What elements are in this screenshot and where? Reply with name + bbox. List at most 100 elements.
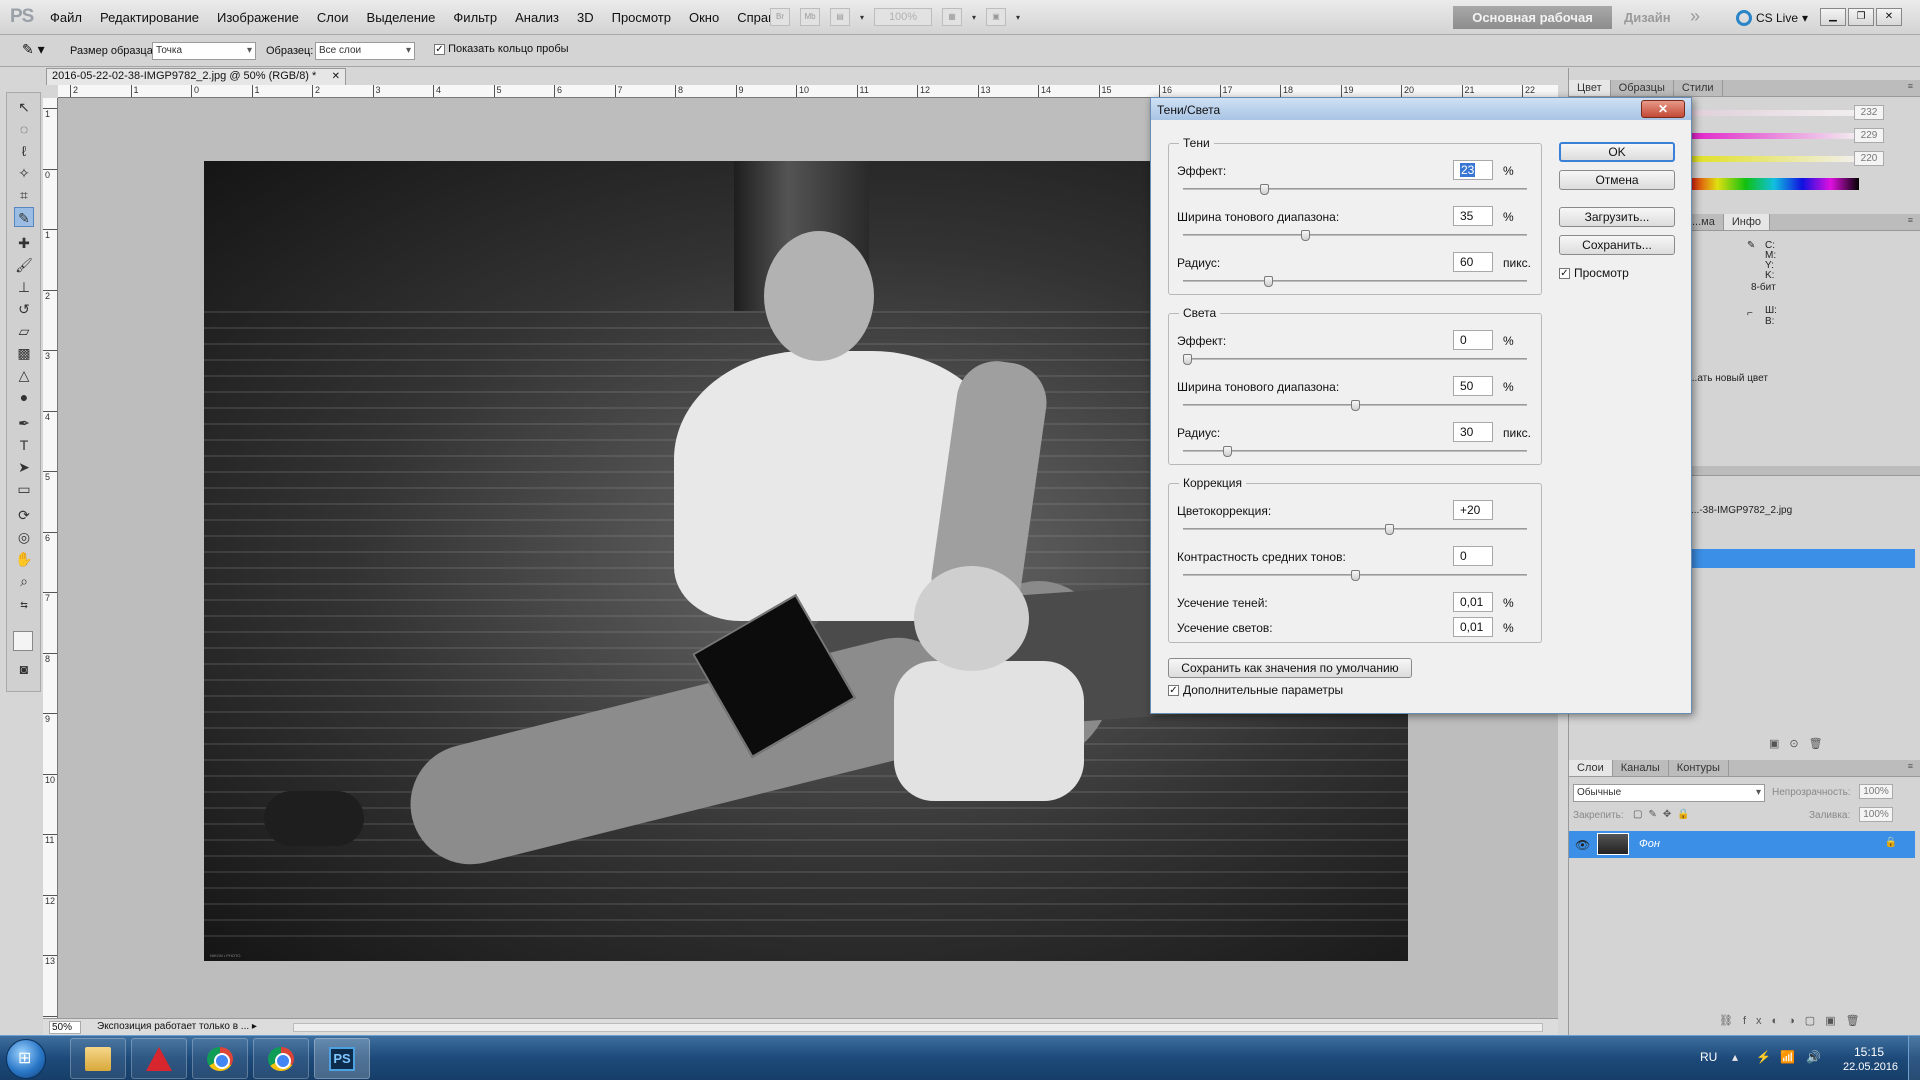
3d-rotate-tool-icon[interactable]: ⟳ bbox=[14, 505, 34, 525]
bridge-button[interactable]: Br bbox=[770, 8, 790, 26]
slider-thumb[interactable] bbox=[1384, 524, 1394, 535]
zoom-field[interactable]: 50% bbox=[49, 1021, 81, 1034]
taskbar-chrome-2[interactable] bbox=[253, 1038, 309, 1079]
ok-button[interactable]: OK bbox=[1559, 142, 1675, 162]
opacity-field[interactable]: 100% bbox=[1859, 784, 1893, 799]
screen-mode-icon[interactable]: ▣ bbox=[986, 8, 1007, 26]
slider-thumb[interactable] bbox=[1351, 570, 1360, 581]
color-value-g[interactable]: 229 bbox=[1854, 128, 1884, 143]
color-slider-g[interactable] bbox=[1689, 133, 1859, 139]
pen-tool-icon[interactable]: ✒ bbox=[14, 413, 34, 433]
color-spectrum[interactable] bbox=[1689, 178, 1859, 190]
menu-image[interactable]: Изображение bbox=[217, 10, 299, 25]
start-button[interactable]: ⊞ bbox=[6, 1039, 46, 1079]
chevron-down-icon[interactable]: ▾ bbox=[1016, 13, 1020, 22]
slider-thumb[interactable] bbox=[1300, 230, 1310, 241]
mini-bridge-button[interactable]: Mb bbox=[800, 8, 820, 26]
lock-icons[interactable]: ▢✎✥🔒 bbox=[1633, 809, 1696, 820]
zoom-tool-icon[interactable]: ⌕ bbox=[14, 571, 34, 591]
volume-icon[interactable]: 🔊 bbox=[1806, 1050, 1821, 1064]
highlights-amount-slider[interactable] bbox=[1183, 354, 1527, 365]
panel-menu-icon[interactable]: ≡ bbox=[1908, 81, 1913, 91]
highlights-amount-input[interactable]: 0 bbox=[1453, 330, 1493, 350]
move-tool-icon[interactable]: ↖ bbox=[14, 97, 34, 117]
fill-field[interactable]: 100% bbox=[1859, 807, 1893, 822]
shadows-amount-slider[interactable] bbox=[1183, 184, 1527, 195]
save-as-defaults-button[interactable]: Сохранить как значения по умолчанию bbox=[1168, 658, 1412, 678]
taskbar-autocad[interactable] bbox=[131, 1038, 187, 1079]
slider-thumb[interactable] bbox=[1223, 446, 1233, 457]
highlights-tonal-input[interactable]: 50 bbox=[1453, 376, 1493, 396]
minimize-button[interactable]: ▁ bbox=[1820, 8, 1846, 26]
tab-info[interactable]: Инфо bbox=[1723, 214, 1771, 230]
foreground-color-swatch[interactable] bbox=[13, 631, 33, 651]
path-select-tool-icon[interactable]: ➤ bbox=[14, 457, 34, 477]
lasso-tool-icon[interactable]: ℓ bbox=[14, 141, 34, 161]
chevron-down-icon[interactable]: ▾ bbox=[860, 13, 864, 22]
tab-layers[interactable]: Слои bbox=[1569, 760, 1613, 776]
menu-select[interactable]: Выделение bbox=[367, 10, 436, 25]
more-options-option[interactable]: ✓ Дополнительные параметры bbox=[1168, 683, 1343, 697]
shadows-radius-slider[interactable] bbox=[1183, 276, 1527, 287]
color-correction-slider[interactable] bbox=[1183, 524, 1527, 535]
workspace-essentials-button[interactable]: Основная рабочая среда bbox=[1453, 6, 1612, 48]
menu-filter[interactable]: Фильтр bbox=[453, 10, 497, 25]
midtone-contrast-input[interactable]: 0 bbox=[1453, 546, 1493, 566]
clock-date[interactable]: 22.05.2016 bbox=[1843, 1061, 1898, 1073]
show-desktop-button[interactable] bbox=[1908, 1036, 1920, 1080]
history-panel-buttons[interactable]: ▣⊙🗑 bbox=[1769, 737, 1833, 750]
healing-brush-tool-icon[interactable]: ✚ bbox=[14, 233, 34, 253]
gradient-tool-icon[interactable]: ▩ bbox=[14, 343, 34, 363]
slider-thumb[interactable] bbox=[1263, 276, 1273, 287]
menu-file[interactable]: Файл bbox=[50, 10, 82, 25]
dialog-close-button[interactable]: ✕ bbox=[1641, 100, 1685, 118]
panel-menu-icon[interactable]: ≡ bbox=[1908, 215, 1913, 225]
eye-icon[interactable]: 👁 bbox=[1575, 838, 1590, 852]
status-info[interactable]: Экспозиция работает только в ... ▸ bbox=[97, 1021, 257, 1032]
menu-window[interactable]: Окно bbox=[689, 10, 719, 25]
show-ring-option[interactable]: ✓ Показать кольцо пробы bbox=[434, 43, 569, 55]
horizontal-scrollbar[interactable] bbox=[293, 1023, 1543, 1032]
shadows-radius-input[interactable]: 60 bbox=[1453, 252, 1493, 272]
tab-styles[interactable]: Стили bbox=[1674, 80, 1723, 96]
layers-panel-buttons[interactable]: ⛓fx◐◑▢▣🗑 bbox=[1719, 1014, 1870, 1027]
panel-menu-icon[interactable]: ≡ bbox=[1908, 761, 1913, 771]
brush-tool-icon[interactable]: 🖌 bbox=[14, 255, 34, 275]
tab-channels[interactable]: Каналы bbox=[1613, 760, 1669, 776]
menu-view[interactable]: Просмотр bbox=[612, 10, 671, 25]
clone-stamp-tool-icon[interactable]: ⊥ bbox=[14, 277, 34, 297]
restore-button[interactable]: ❐ bbox=[1848, 8, 1874, 26]
3d-orbit-tool-icon[interactable]: ◎ bbox=[14, 527, 34, 547]
taskbar-explorer[interactable] bbox=[70, 1038, 126, 1079]
slider-thumb[interactable] bbox=[1260, 184, 1270, 195]
white-clip-input[interactable]: 0,01 bbox=[1453, 617, 1493, 637]
tab-color[interactable]: Цвет bbox=[1569, 80, 1611, 96]
layer-name[interactable]: Фон bbox=[1639, 838, 1660, 850]
shadows-tonal-input[interactable]: 35 bbox=[1453, 206, 1493, 226]
chevron-down-icon[interactable]: ▾ bbox=[972, 13, 976, 22]
quick-select-tool-icon[interactable]: ✧ bbox=[14, 163, 34, 183]
history-snapshot[interactable]: ...-38-IMGP9782_2.jpg bbox=[1691, 505, 1792, 516]
blend-mode-select[interactable]: Обычные bbox=[1573, 784, 1765, 802]
color-slider-b[interactable] bbox=[1689, 156, 1859, 162]
load-button[interactable]: Загрузить... bbox=[1559, 207, 1675, 227]
language-indicator[interactable]: RU bbox=[1700, 1050, 1717, 1064]
zoom-level-field[interactable]: 100% bbox=[874, 8, 933, 26]
arrange-documents-icon[interactable]: ▦ bbox=[942, 8, 963, 26]
clock-time[interactable]: 15:15 bbox=[1854, 1045, 1884, 1059]
tab-paths[interactable]: Контуры bbox=[1669, 760, 1729, 776]
close-button[interactable]: ✕ bbox=[1876, 8, 1902, 26]
blur-tool-icon[interactable]: △ bbox=[14, 365, 34, 385]
menu-layers[interactable]: Слои bbox=[317, 10, 349, 25]
sample-layers-select[interactable]: Все слои bbox=[315, 42, 415, 60]
cs-live-button[interactable]: CS Live ▾ bbox=[1736, 10, 1808, 26]
tray-app-icon[interactable]: ⚡ bbox=[1756, 1050, 1771, 1064]
crop-tool-icon[interactable]: ⌗ bbox=[14, 185, 34, 205]
eraser-tool-icon[interactable]: ▱ bbox=[14, 321, 34, 341]
sample-size-select[interactable]: Точка bbox=[152, 42, 256, 60]
color-correction-input[interactable]: +20 bbox=[1453, 500, 1493, 520]
tab-swatches[interactable]: Образцы bbox=[1611, 80, 1674, 96]
eyedropper-tool-icon[interactable]: ✎ bbox=[14, 207, 34, 227]
taskbar-photoshop[interactable]: PS bbox=[314, 1038, 370, 1079]
show-hidden-icons-icon[interactable]: ▴ bbox=[1732, 1050, 1738, 1064]
